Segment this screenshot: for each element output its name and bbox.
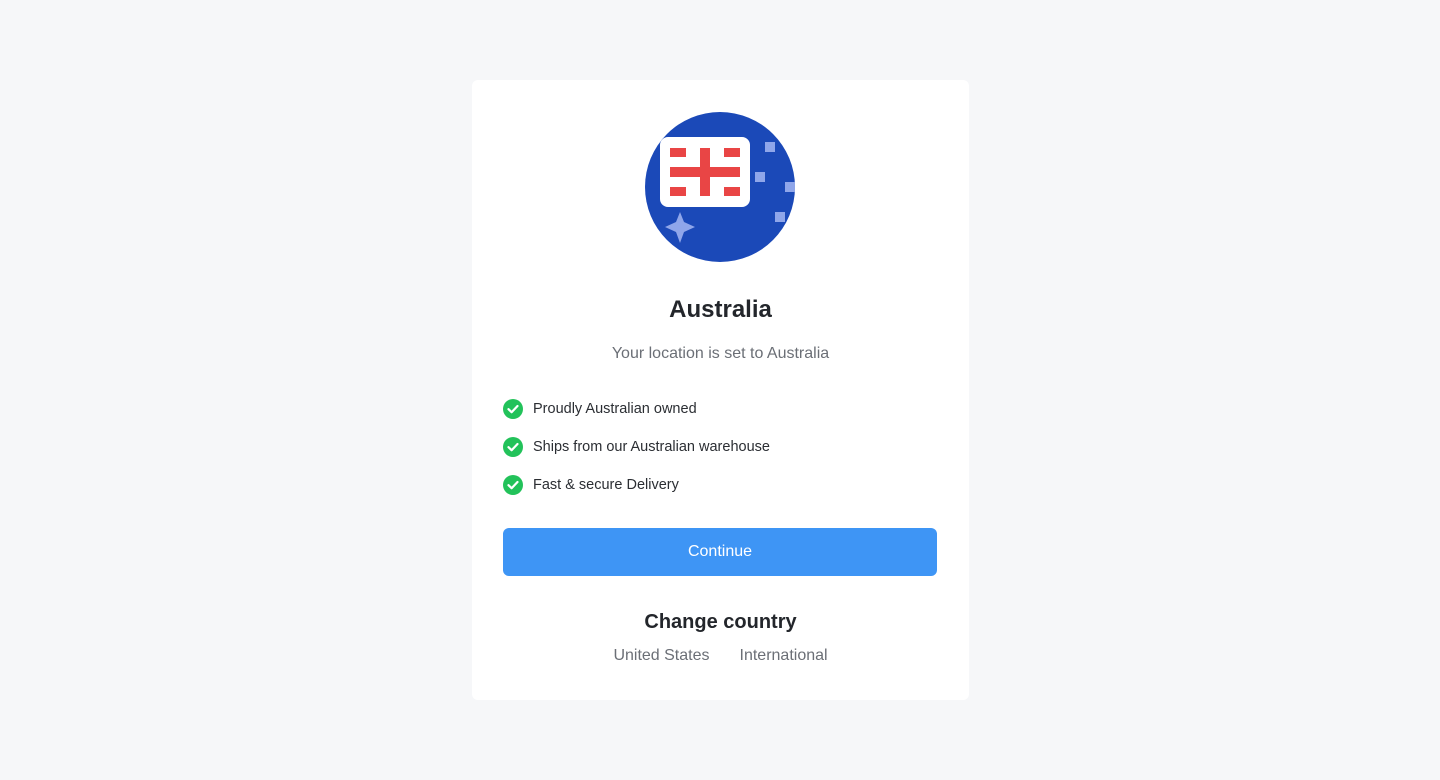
country-options: United States International bbox=[472, 645, 969, 667]
location-card: Australia Your location is set to Austra… bbox=[472, 80, 969, 700]
australia-flag-icon bbox=[645, 112, 795, 262]
change-country-heading: Change country bbox=[644, 611, 797, 633]
feature-label: Ships from our Australian warehouse bbox=[533, 439, 770, 455]
feature-item: Ships from our Australian warehouse bbox=[503, 434, 770, 460]
feature-item: Fast & secure Delivery bbox=[503, 472, 770, 498]
feature-item: Proudly Australian owned bbox=[503, 396, 770, 422]
feature-label: Fast & secure Delivery bbox=[533, 477, 679, 493]
check-circle-icon bbox=[503, 437, 523, 457]
country-option-united-states[interactable]: United States bbox=[613, 645, 709, 667]
location-subtitle: Your location is set to Australia bbox=[611, 345, 830, 362]
check-circle-icon bbox=[503, 475, 523, 495]
country-title: Australia bbox=[669, 296, 772, 323]
check-circle-icon bbox=[503, 399, 523, 419]
continue-button[interactable]: Continue bbox=[503, 528, 937, 576]
feature-list: Proudly Australian owned Ships from our … bbox=[503, 396, 770, 510]
country-option-international[interactable]: International bbox=[740, 645, 828, 667]
feature-label: Proudly Australian owned bbox=[533, 401, 697, 417]
